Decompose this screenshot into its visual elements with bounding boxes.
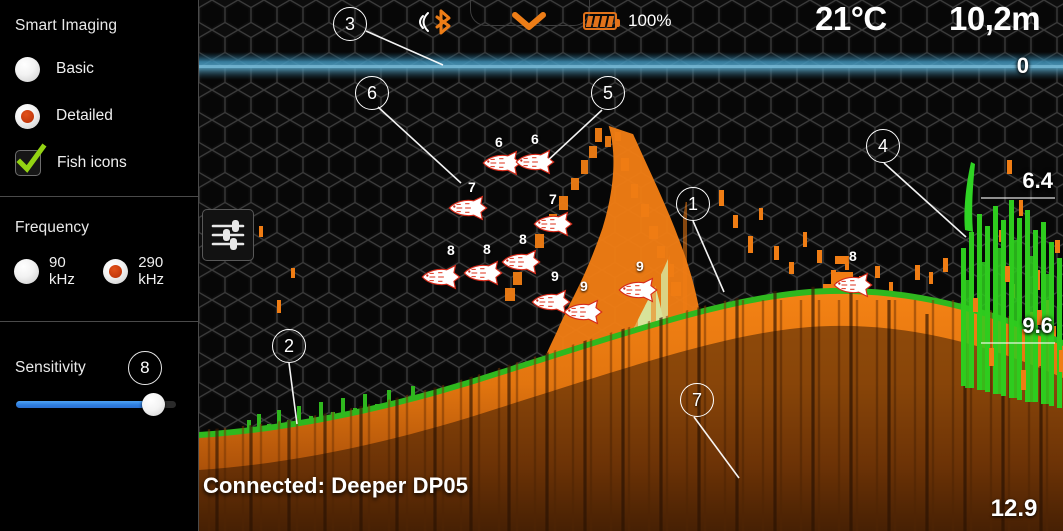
depth-scale-label-64: 6.4 (1022, 168, 1053, 193)
callout-4: 4 (866, 129, 900, 163)
depth-scale-label-0: 0 (1016, 53, 1029, 78)
smart-imaging-title: Smart Imaging (15, 17, 118, 34)
fish-depth-label: 9 (636, 258, 644, 274)
fish-depth-label: 7 (468, 179, 476, 195)
frequency-title: Frequency (15, 219, 90, 236)
frequency-panel: Frequency 90 kHz 290 kHz (0, 197, 198, 322)
fish-depth-label: 7 (549, 191, 557, 207)
fish-depth-label: 9 (580, 278, 588, 294)
bottom-depth-value: 12.9 (990, 495, 1038, 522)
frequency-option-290khz-label: 290 kHz (138, 254, 165, 288)
sensitivity-header: Sensitivity 8 (0, 348, 198, 388)
sonar-status-bar: 100% 21°C 10,2m (199, 0, 1063, 44)
fish-depth-label: 8 (447, 242, 455, 258)
sliders-icon (211, 220, 245, 250)
radio-icon-290khz[interactable] (103, 258, 129, 284)
fish-depth-label: 8 (519, 231, 527, 247)
callout-2: 2 (272, 329, 306, 363)
sonar-display[interactable]: 100% 21°C 10,2m 0 6.4 9.6 12.9 Connected… (199, 0, 1063, 531)
slider-fill (16, 401, 154, 408)
bottom-depth-indicator: 12.9 (973, 497, 1055, 521)
fishfinder-app: Smart Imaging Basic Detailed Fish icons (0, 0, 1063, 531)
depth-rule-64 (981, 197, 1055, 199)
checkbox-fish-icons[interactable] (15, 143, 47, 176)
callout-3: 3 (333, 7, 367, 41)
slider-thumb[interactable] (142, 393, 166, 416)
fish-icons-toggle[interactable]: Fish icons (0, 143, 198, 183)
frequency-options: 90 kHz 290 kHz (0, 254, 198, 288)
fish-depth-label: 8 (849, 248, 857, 264)
chevron-down-icon[interactable] (510, 10, 548, 32)
fish-depth-label: 6 (495, 134, 503, 150)
sensitivity-panel: Sensitivity 8 (0, 322, 198, 416)
temperature-readout: 21°C (815, 0, 887, 37)
sensitivity-title: Sensitivity (15, 359, 86, 376)
radio-icon-basic[interactable] (15, 56, 40, 82)
connection-status-label: Connected: Deeper DP05 (203, 473, 469, 498)
callout-5: 5 (591, 76, 625, 110)
smart-imaging-option-basic[interactable]: Basic (0, 49, 198, 89)
callout-6: 6 (355, 76, 389, 110)
depth-rule-96 (981, 342, 1055, 344)
depth-readout: 10,2m (949, 0, 1041, 37)
battery-percent-label: 100% (628, 11, 672, 30)
sensitivity-slider[interactable] (0, 388, 198, 416)
bluetooth-icon[interactable] (417, 8, 463, 36)
callout-8: 8 (127, 351, 162, 385)
fish-depth-label: 6 (531, 131, 539, 147)
callout-1: 1 (676, 187, 710, 221)
slider-track[interactable] (16, 393, 176, 416)
smart-imaging-panel: Smart Imaging Basic Detailed Fish icons (0, 0, 198, 197)
frequency-option-90khz-label: 90 kHz (49, 254, 75, 288)
radio-icon-detailed[interactable] (15, 103, 40, 129)
sonar-canvas (199, 0, 1063, 531)
depth-scale-label-96: 9.6 (1022, 313, 1053, 338)
battery-icon (583, 12, 620, 30)
sonar-settings-button[interactable] (202, 209, 254, 261)
check-icon (16, 143, 47, 173)
settings-sidebar: Smart Imaging Basic Detailed Fish icons (0, 0, 199, 531)
fish-depth-label: 9 (551, 268, 559, 284)
smart-imaging-option-detailed[interactable]: Detailed (0, 96, 198, 136)
battery-status: 100% (583, 11, 671, 31)
smart-imaging-option-detailed-label: Detailed (56, 107, 113, 124)
radio-icon-90khz[interactable] (14, 258, 39, 284)
fish-depth-label: 8 (483, 241, 491, 257)
fish-icons-label: Fish icons (57, 154, 127, 171)
callout-7: 7 (680, 383, 714, 417)
smart-imaging-option-basic-label: Basic (56, 60, 94, 77)
